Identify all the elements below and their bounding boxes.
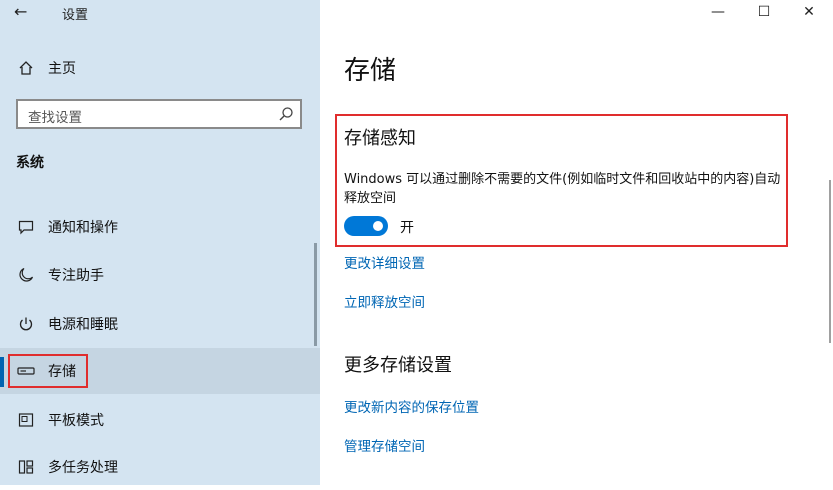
search-input[interactable]: 查找设置 [16,99,302,129]
change-details-link[interactable]: 更改详细设置 [344,252,425,272]
moon-icon [16,265,36,285]
sidebar-item-label: 专注助手 [48,268,104,284]
toggle-knob [373,221,383,231]
notification-icon [16,217,36,237]
free-up-space-link[interactable]: 立即释放空间 [344,291,425,311]
tablet-mode-icon [16,410,36,430]
sidebar: ← 设置 主页 查找设置 系统 通知和操作 专注助手 电源和睡眠 存储 平板模式… [0,0,320,485]
highlight-box-storage [8,354,88,388]
back-arrow-icon[interactable]: ← [14,3,34,21]
search-icon[interactable] [278,106,294,122]
change-save-location-link[interactable]: 更改新内容的保存位置 [344,396,479,416]
storage-sense-toggle-state: 开 [400,220,414,236]
nav-home[interactable]: 主页 [0,45,320,91]
home-icon [16,58,36,78]
section-label-system: 系统 [16,155,44,171]
main-content: — ☐ ✕ 存储 存储感知 Windows 可以通过删除不需要的文件(例如临时文… [320,0,833,485]
sidebar-item-tablet-mode[interactable]: 平板模式 [0,397,320,443]
sidebar-item-label: 平板模式 [48,413,104,429]
nav-home-label: 主页 [48,61,76,77]
sidebar-item-multitasking[interactable]: 多任务处理 [0,444,320,490]
minimize-icon[interactable]: — [694,0,742,24]
main-scrollbar[interactable] [829,180,831,343]
sidebar-item-label: 电源和睡眠 [48,317,118,333]
sidebar-item-notifications[interactable]: 通知和操作 [0,204,320,250]
more-storage-settings-title: 更多存储设置 [344,355,452,376]
manage-storage-spaces-link[interactable]: 管理存储空间 [344,435,425,455]
app-title: 设置 [62,8,89,23]
multitasking-icon [16,457,36,477]
close-icon[interactable]: ✕ [785,0,833,24]
sidebar-item-focus-assist[interactable]: 专注助手 [0,252,320,298]
sidebar-item-power-sleep[interactable]: 电源和睡眠 [0,301,320,347]
search-placeholder: 查找设置 [28,110,82,126]
maximize-icon[interactable]: ☐ [740,0,788,24]
power-icon [16,314,36,334]
selection-indicator [0,357,4,387]
storage-sense-description: Windows 可以通过删除不需要的文件(例如临时文件和回收站中的内容)自动释放… [344,172,781,206]
sidebar-item-label: 多任务处理 [48,460,118,476]
storage-sense-title: 存储感知 [344,128,416,149]
sidebar-item-label: 通知和操作 [48,220,118,236]
sidebar-scrollbar[interactable] [314,243,317,346]
page-title: 存储 [344,56,397,86]
storage-sense-toggle[interactable] [344,216,388,236]
